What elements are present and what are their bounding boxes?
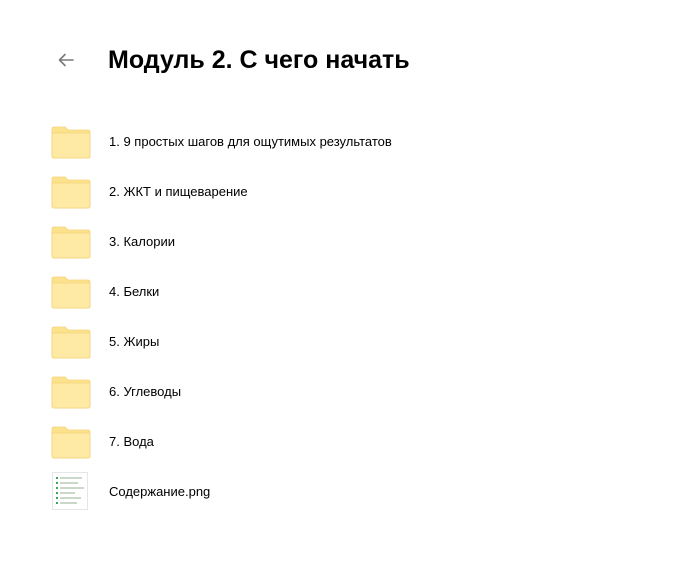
page-title: Модуль 2. С чего начать (108, 46, 410, 74)
item-label: 3. Калории (109, 234, 175, 249)
item-label: 6. Углеводы (109, 384, 182, 399)
list-item-folder-7[interactable]: 7. Вода (0, 417, 700, 467)
file-list: 1. 9 простых шагов для ощутимых результа… (0, 117, 700, 517)
list-item-folder-3[interactable]: 3. Калории (0, 217, 700, 267)
back-button[interactable] (54, 48, 78, 72)
item-label: 1. 9 простых шагов для ощутимых результа… (109, 134, 392, 149)
folder-icon (51, 326, 91, 359)
list-item-folder-1[interactable]: 1. 9 простых шагов для ощутимых результа… (0, 117, 700, 167)
list-item-folder-4[interactable]: 4. Белки (0, 267, 700, 317)
folder-icon (51, 426, 91, 459)
item-label: 5. Жиры (109, 334, 160, 349)
arrow-left-icon (58, 53, 74, 67)
folder-icon (51, 126, 91, 159)
list-item-folder-6[interactable]: 6. Углеводы (0, 367, 700, 417)
list-item-folder-2[interactable]: 2. ЖКТ и пищеварение (0, 167, 700, 217)
list-item-folder-5[interactable]: 5. Жиры (0, 317, 700, 367)
folder-icon (51, 176, 91, 209)
folder-icon (51, 276, 91, 309)
item-label: Содержание.png (109, 484, 211, 499)
image-thumbnail-icon (52, 472, 88, 510)
item-label: 4. Белки (109, 284, 160, 299)
folder-icon (51, 226, 91, 259)
header: Модуль 2. С чего начать (0, 40, 700, 80)
folder-icon (51, 376, 91, 409)
page: Модуль 2. С чего начать 1. 9 простых шаг… (0, 0, 700, 583)
list-item-file-png[interactable]: Содержание.png (0, 467, 700, 517)
item-label: 7. Вода (109, 434, 154, 449)
item-label: 2. ЖКТ и пищеварение (109, 184, 248, 199)
